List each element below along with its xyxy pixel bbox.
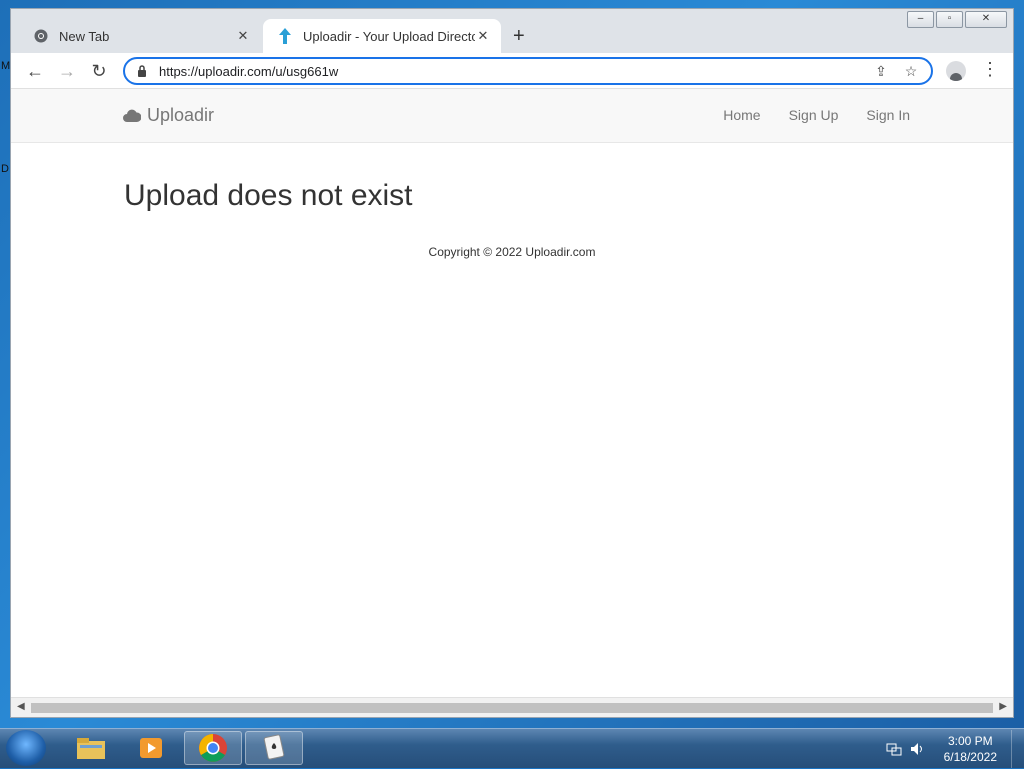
network-icon[interactable] [886,742,902,756]
site-nav-links: Home Sign Up Sign In [723,107,910,123]
chrome-icon [199,734,227,762]
desktop-icon-label: D [1,163,9,175]
media-player-icon [140,738,162,758]
site-navbar: Uploadir Home Sign Up Sign In [11,89,1013,143]
uploadir-favicon-icon [277,28,293,44]
system-tray: 3:00 PM 6/18/2022 [886,729,1024,769]
volume-icon[interactable] [910,742,926,756]
tab-uploadir[interactable]: Uploadir - Your Upload Directory ✕ [263,19,501,53]
reload-icon[interactable]: ↻ [87,59,111,83]
profile-avatar-icon[interactable] [946,61,966,81]
browser-toolbar: ← → ↻ https://uploadir.com/u/usg661w ⇪ ☆… [11,53,1013,89]
tab-label: New Tab [59,28,110,44]
brand-name: Uploadir [147,105,215,125]
bookmark-star-icon[interactable]: ☆ [901,63,921,80]
address-url[interactable]: https://uploadir.com/u/usg661w [159,64,871,79]
system-clock[interactable]: 3:00 PM 6/18/2022 [944,733,997,765]
tab-strip: New Tab ✕ Uploadir - Your Upload Directo… [11,19,1013,53]
back-icon[interactable]: ← [23,59,47,83]
browser-menu-icon[interactable]: ⋮ [981,59,999,80]
lock-icon [138,65,146,77]
cards-icon [263,734,285,760]
tab-new-tab[interactable]: New Tab ✕ [19,19,261,53]
new-tab-button[interactable]: + [513,25,525,48]
copyright-text: Copyright © 2022 Uploadir.com [428,245,596,259]
site-brand[interactable]: Uploadir [123,105,214,126]
browser-window: – ▫ ✕ New Tab ✕ Uploadir - Your Upload D… [10,8,1014,718]
horizontal-scrollbar[interactable]: ◀ ▶ [11,697,1013,717]
start-button[interactable] [6,730,46,766]
scroll-right-icon[interactable]: ▶ [999,701,1007,712]
close-tab-icon[interactable]: ✕ [475,28,491,44]
taskbar-solitaire[interactable] [245,731,303,765]
address-bar[interactable]: https://uploadir.com/u/usg661w ⇪ ☆ [123,57,933,85]
clock-date: 6/18/2022 [943,750,997,764]
taskbar-chrome[interactable] [184,731,242,765]
page-title: Upload does not exist [124,179,413,212]
share-icon[interactable]: ⇪ [871,63,891,80]
desktop-icon-label: M [1,60,11,72]
nav-signup-link[interactable]: Sign Up [789,107,839,123]
nav-home-link[interactable]: Home [723,107,760,123]
taskbar-media-player[interactable] [122,731,180,765]
taskbar-explorer[interactable] [62,731,120,765]
forward-icon[interactable]: → [55,59,79,83]
close-tab-icon[interactable]: ✕ [235,28,251,44]
taskbar: 3:00 PM 6/18/2022 [0,728,1024,768]
chrome-icon [33,28,49,44]
scroll-left-icon[interactable]: ◀ [17,701,25,712]
clock-time: 3:00 PM [947,734,993,748]
tab-label: Uploadir - Your Upload Directory [303,28,475,44]
cloud-icon [123,109,141,122]
page-viewport: Uploadir Home Sign Up Sign In Upload doe… [11,89,1013,697]
folder-icon [77,738,105,759]
show-desktop-button[interactable] [1011,730,1024,768]
scrollbar-thumb[interactable] [31,703,993,713]
nav-signin-link[interactable]: Sign In [866,107,910,123]
